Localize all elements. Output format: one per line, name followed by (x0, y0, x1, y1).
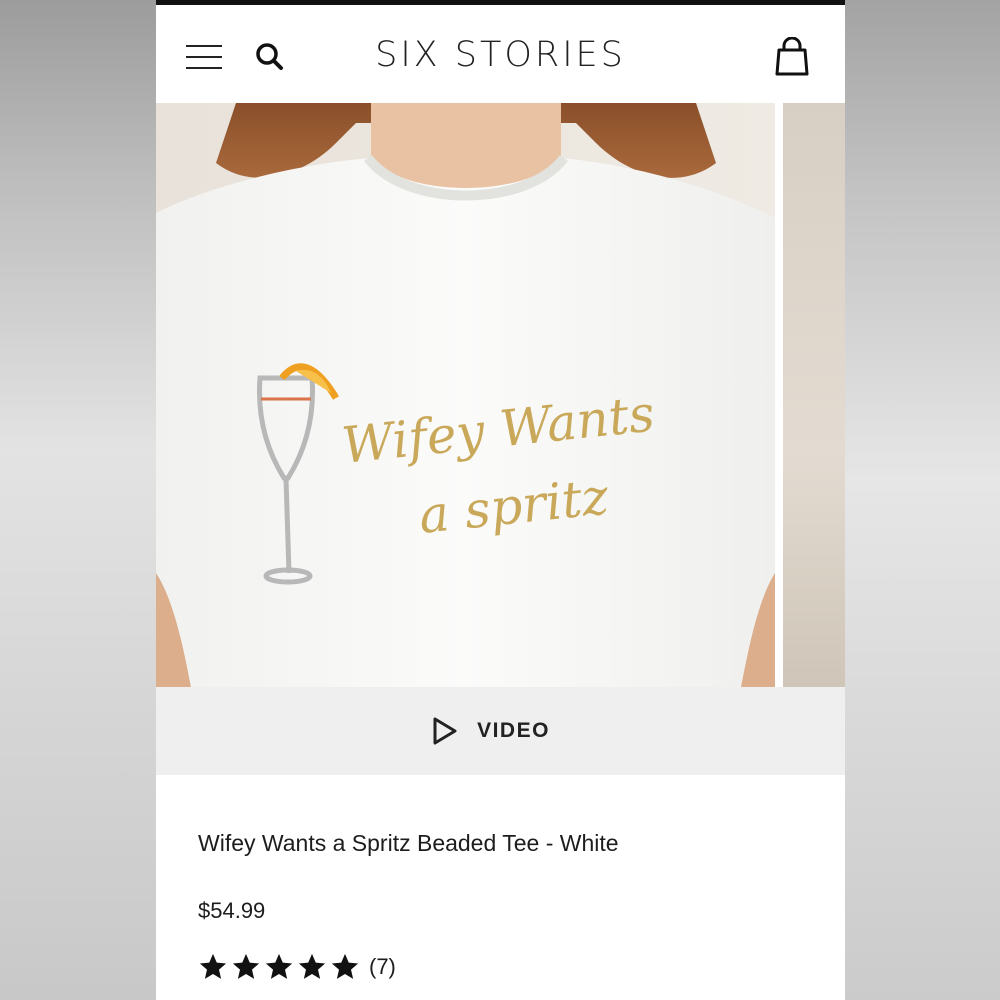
video-button[interactable]: VIDEO (156, 687, 845, 775)
product-title: Wifey Wants a Spritz Beaded Tee - White (198, 830, 619, 856)
play-icon (433, 717, 457, 745)
star-icon (298, 953, 326, 979)
next-product-image-peek[interactable] (783, 103, 845, 687)
star-icon (265, 953, 293, 979)
star-icon (331, 953, 359, 979)
review-count[interactable]: (7) (369, 954, 396, 980)
product-gallery[interactable]: Wifey Wants a spritz (156, 103, 845, 687)
product-image[interactable]: Wifey Wants a spritz (156, 103, 775, 687)
product-price: $54.99 (198, 898, 266, 923)
star-icon (199, 953, 227, 979)
product-rating[interactable]: (7) (198, 952, 396, 982)
brand-logo[interactable]: SIX STORIES (156, 35, 845, 75)
mobile-page: SIX STORIES Wifey Wants a spritz VIDEO W… (156, 0, 845, 1000)
video-label: VIDEO (477, 719, 550, 742)
site-header: SIX STORIES (156, 5, 845, 103)
right-blurred-background (845, 0, 1000, 1000)
left-blurred-background (0, 0, 156, 1000)
star-icon (232, 953, 260, 979)
star-rating (198, 952, 363, 982)
shopping-bag-icon[interactable] (774, 36, 810, 77)
